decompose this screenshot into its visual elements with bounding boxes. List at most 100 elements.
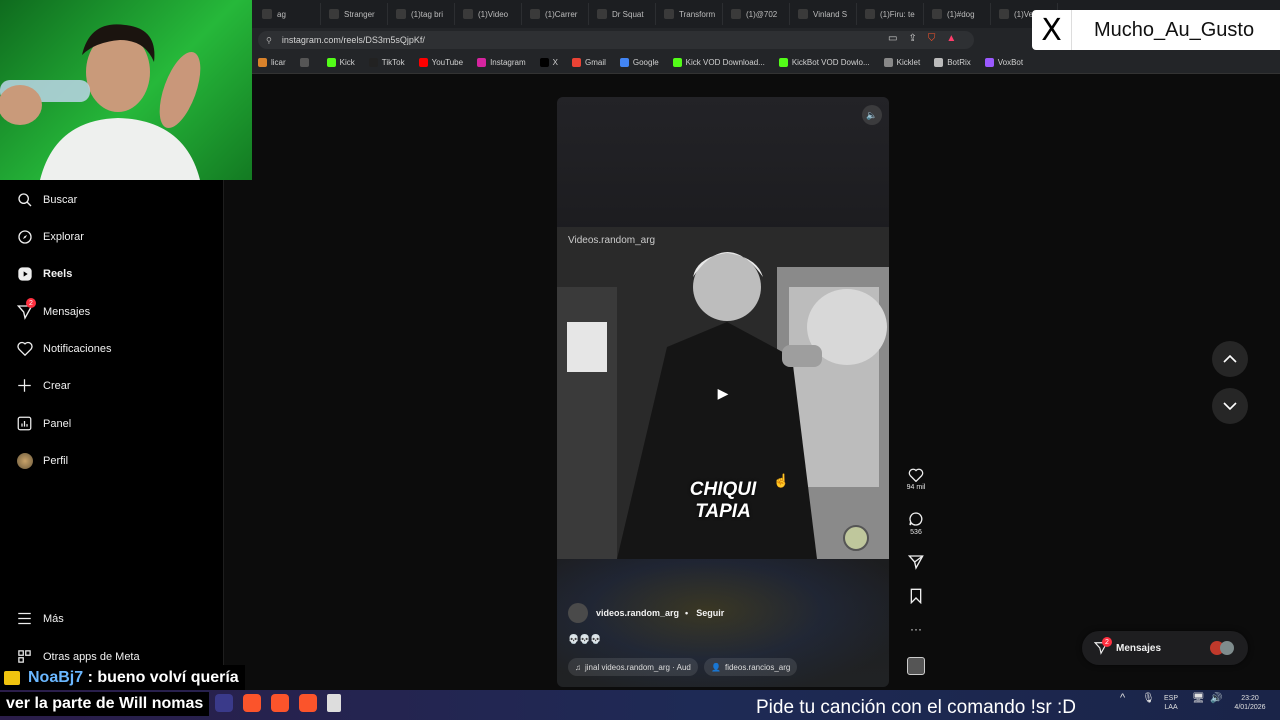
- tiktok-icon: [999, 9, 1009, 19]
- sidebar-item-meta-apps[interactable]: Otras apps de Meta: [16, 648, 140, 665]
- bookmark-item[interactable]: licar: [258, 58, 286, 67]
- heart-icon: [16, 340, 33, 357]
- bookmark-item[interactable]: YouTube: [418, 58, 463, 67]
- sidebar-item-label: Explorar: [43, 230, 84, 243]
- bookmark-label: X: [552, 58, 558, 67]
- messages-pill[interactable]: 2 Mensajes: [1082, 631, 1248, 665]
- tiktok-icon: [396, 9, 406, 19]
- sidebar-item-notificaciones[interactable]: Notificaciones: [16, 340, 111, 357]
- document-icon[interactable]: [327, 694, 341, 712]
- language-indicator[interactable]: ESP LAA: [1164, 694, 1178, 712]
- clock[interactable]: 23:20 4/01/2026: [1228, 694, 1272, 712]
- tab-label: (1)Video: [478, 9, 509, 19]
- sidebar-item-mensajes[interactable]: 2 Mensajes: [16, 298, 90, 320]
- address-bar-actions: ▭ ⇪ ⛉ ▲: [888, 33, 956, 44]
- apps-grid-icon: [16, 648, 33, 665]
- sidebar-item-mas[interactable]: Más: [16, 610, 64, 627]
- share-icon[interactable]: ⇪: [908, 33, 916, 44]
- tagged-user-chip[interactable]: 👤 fideos.rancios_arg: [704, 658, 798, 676]
- browser-tab[interactable]: (1)Video: [455, 3, 522, 25]
- song-request-banner: Pide tu canción con el comando !sr :D: [756, 697, 1077, 718]
- comment-button[interactable]: 536: [906, 511, 926, 536]
- reel-description: 💀💀💀: [568, 634, 602, 644]
- brave-rewards-icon[interactable]: ▲: [946, 33, 956, 44]
- person-icon: 👤: [711, 662, 721, 672]
- mute-button[interactable]: 🔈: [862, 105, 882, 125]
- site-info-icon[interactable]: ⚲: [266, 36, 272, 45]
- audio-thumbnail[interactable]: [907, 657, 925, 675]
- bookmark-item[interactable]: Kick: [326, 58, 355, 67]
- sidebar-item-explorar[interactable]: Explorar: [16, 228, 84, 245]
- separator-dot: •: [685, 608, 689, 618]
- bookmark-icon: [368, 58, 378, 67]
- browser-tab[interactable]: Stranger: [321, 3, 388, 25]
- bookmark-item[interactable]: TikTok: [368, 58, 405, 67]
- send-icon: [908, 555, 924, 570]
- reel-caption-overlay: CHIQUI TAPIA: [557, 479, 889, 523]
- more-options-button[interactable]: ···: [906, 622, 926, 636]
- tray-chevron-icon[interactable]: ^: [1120, 693, 1125, 704]
- like-button[interactable]: 94 mil: [906, 468, 926, 491]
- browser-tab[interactable]: Transform: [656, 3, 723, 25]
- microphone-icon[interactable]: 🎙: [1142, 694, 1155, 704]
- brave-browser-icon[interactable]: [299, 694, 317, 712]
- browser-tab[interactable]: (1)Firu: te: [857, 3, 924, 25]
- tab-label: Transform: [679, 9, 716, 19]
- x-username: Mucho_Au_Gusto: [1094, 18, 1255, 41]
- previous-reel-button[interactable]: [1212, 341, 1248, 377]
- bookmark-item[interactable]: Gmail: [571, 58, 606, 67]
- bookmark-icon: [778, 58, 788, 67]
- reel-video[interactable]: Videos.random_arg ▶ CHIQUI TAPIA ☝: [557, 227, 889, 559]
- browser-tab[interactable]: Dr Squat: [589, 3, 656, 25]
- sidebar-item-crear[interactable]: Crear: [16, 377, 71, 394]
- bookmark-item[interactable]: BotRix: [934, 58, 971, 67]
- follow-button[interactable]: Seguir: [696, 608, 724, 618]
- next-reel-button[interactable]: [1212, 388, 1248, 424]
- avatar: [16, 452, 33, 469]
- bookmark-item[interactable]: Kick VOD Download...: [672, 58, 765, 67]
- bookmark-item[interactable]: Kicklet: [883, 58, 920, 67]
- browser-tab[interactable]: (1)tag bri: [388, 3, 455, 25]
- sidebar-item-buscar[interactable]: Buscar: [16, 191, 77, 208]
- sidebar-item-label: Otras apps de Meta: [43, 650, 140, 663]
- address-bar[interactable]: ⚲ instagram.com/reels/DS3m5sQjpKf/: [258, 31, 974, 49]
- reel-caption-top: CHIQUI: [689, 479, 757, 500]
- volume-icon[interactable]: 🔊: [1210, 694, 1222, 704]
- bookmark-label: Gmail: [584, 58, 606, 67]
- sidebar-item-perfil[interactable]: Perfil: [16, 452, 68, 469]
- brave-browser-icon[interactable]: [271, 694, 289, 712]
- browser-tab[interactable]: ag: [254, 3, 321, 25]
- brave-shield-icon[interactable]: ⛉: [928, 33, 936, 44]
- author-username[interactable]: videos.random_arg: [596, 608, 679, 618]
- audio-chip[interactable]: ♫ jinal videos.random_arg · Aud: [568, 658, 698, 676]
- network-icon[interactable]: 🖥: [1192, 694, 1205, 704]
- bookmark-label: Kick VOD Download...: [685, 58, 765, 67]
- browser-tab[interactable]: Vinland S: [790, 3, 857, 25]
- bookmark-item[interactable]: X: [539, 58, 558, 67]
- plus-icon: [16, 377, 33, 394]
- messenger-icon: 2: [1093, 637, 1112, 655]
- bookmark-item[interactable]: VoxBot: [984, 58, 1023, 67]
- browser-tab[interactable]: (1)@702: [723, 3, 790, 25]
- save-button[interactable]: [906, 588, 926, 604]
- sidebar-item-panel[interactable]: Panel: [16, 415, 71, 432]
- taskbar-app-icon[interactable]: [215, 694, 233, 712]
- browser-tab[interactable]: (1)#dog: [924, 3, 991, 25]
- bookmark-item[interactable]: Google: [619, 58, 659, 67]
- share-button[interactable]: [906, 554, 926, 570]
- tab-label: Vinland S: [813, 9, 848, 19]
- bookmark-item[interactable]: Instagram: [477, 58, 526, 67]
- bookmark-item[interactable]: KickBot VOD Dowlo...: [778, 58, 870, 67]
- sidebar-item-reels[interactable]: Reels: [16, 265, 72, 282]
- sidebar-item-label: Panel: [43, 417, 72, 430]
- play-icon[interactable]: ▶: [714, 384, 732, 402]
- browser-tab[interactable]: (1)Carrer: [522, 3, 589, 25]
- clock-date: 4/01/2026: [1234, 704, 1266, 711]
- author-avatar[interactable]: [568, 603, 588, 623]
- cast-icon[interactable]: ▭: [888, 33, 897, 44]
- bookmark-item[interactable]: [299, 58, 313, 67]
- brave-browser-icon[interactable]: [243, 694, 261, 712]
- chat-message-text: bueno volví quería: [97, 668, 239, 686]
- clock-time: 23:20: [1241, 695, 1259, 702]
- chevron-down-icon: [1223, 402, 1237, 410]
